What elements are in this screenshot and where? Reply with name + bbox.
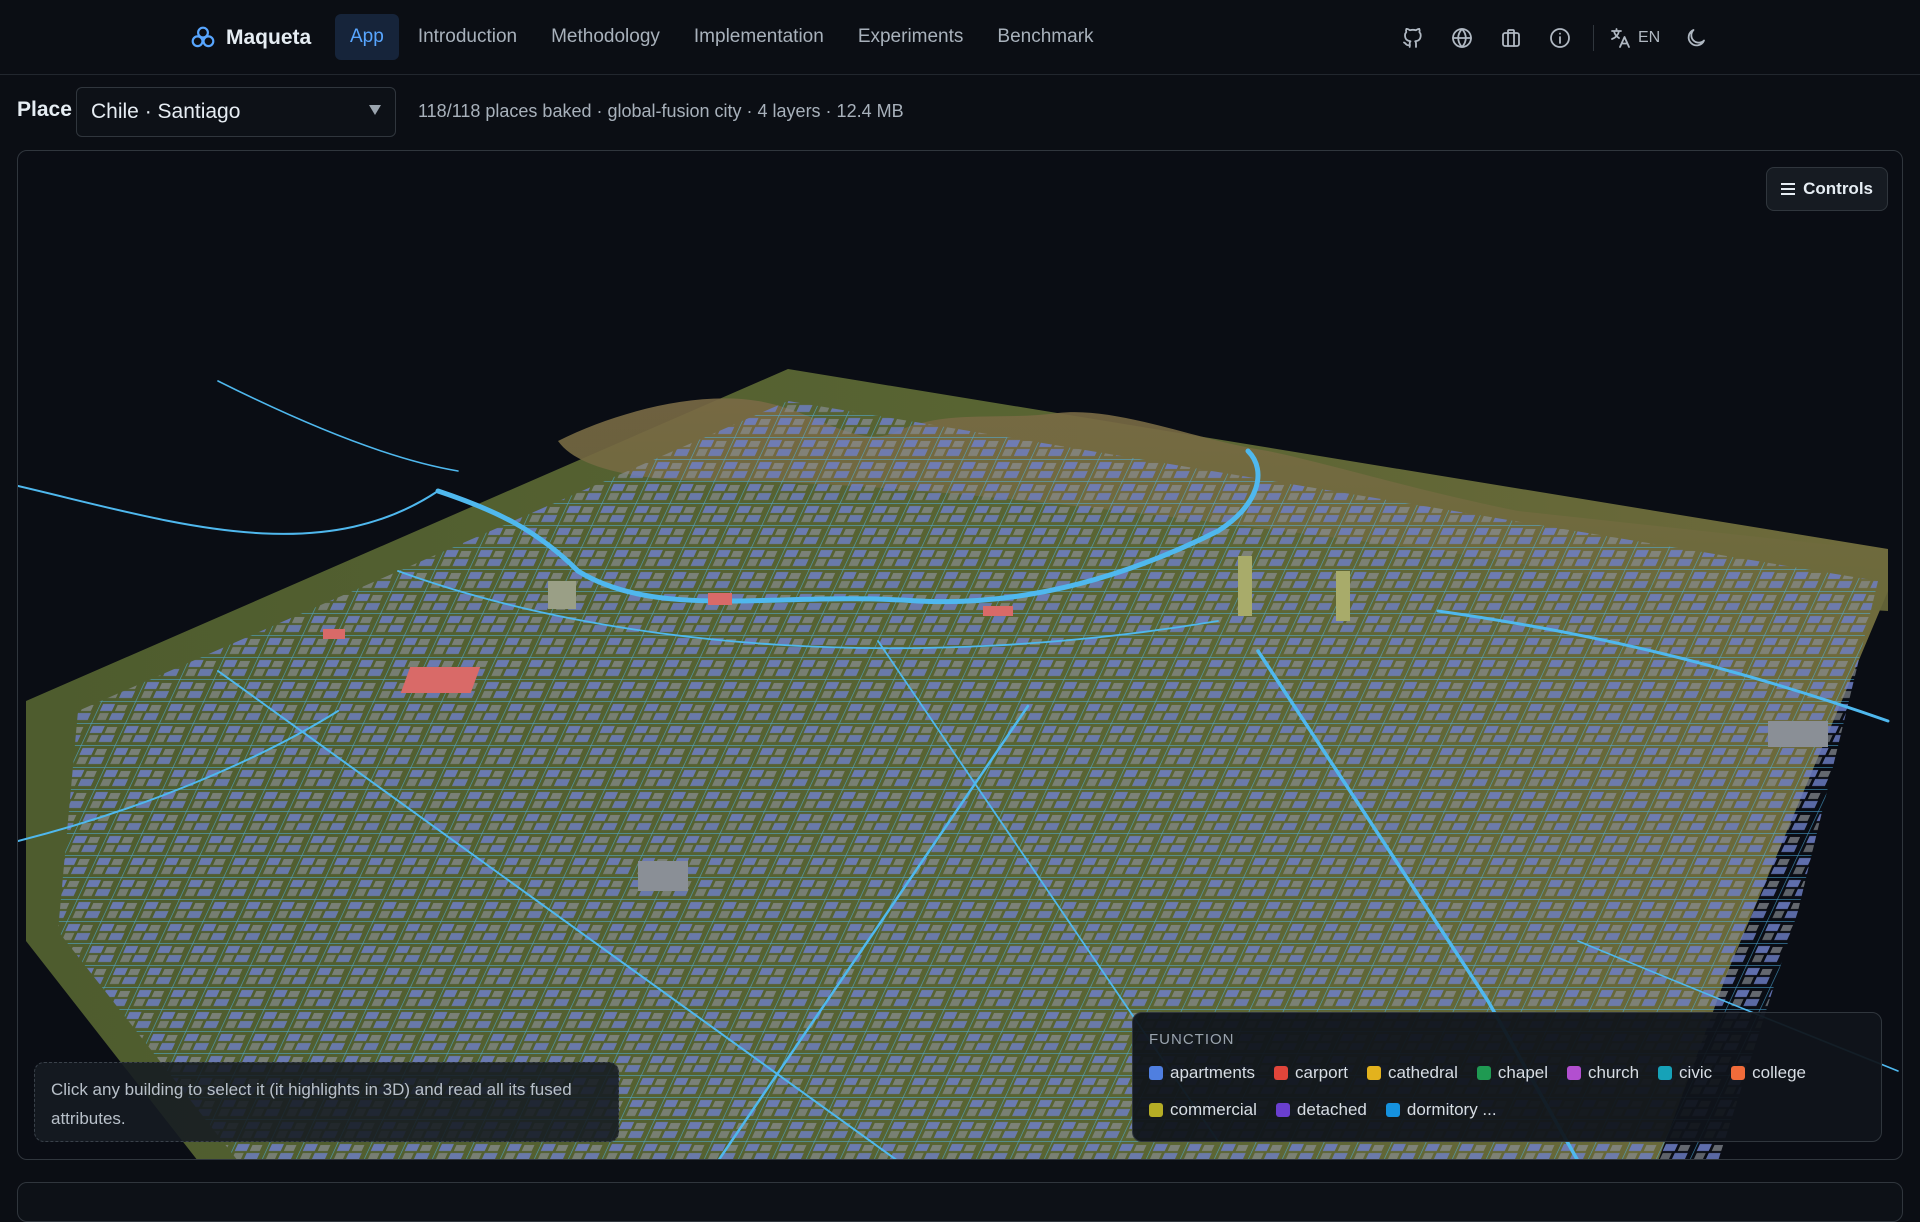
info-icon xyxy=(1550,28,1570,48)
header-divider xyxy=(1593,25,1594,51)
website-button[interactable] xyxy=(1444,20,1480,56)
chevron-down-icon xyxy=(369,105,381,115)
legend-item[interactable]: college xyxy=(1731,1060,1806,1086)
legend-label: detached xyxy=(1296,1100,1367,1119)
language-switcher[interactable]: EN xyxy=(1608,26,1660,50)
legend-label: carport xyxy=(1295,1063,1348,1082)
legend-swatch xyxy=(1476,1066,1491,1080)
legend-swatch xyxy=(1658,1066,1673,1080)
place-select-value: Chile · Santiago xyxy=(91,100,241,123)
legend-label: civic xyxy=(1679,1063,1713,1082)
nav-link-app[interactable]: App xyxy=(335,14,399,60)
legend-item[interactable]: apartments xyxy=(1149,1060,1255,1086)
selection-hint: Click any building to select it (it high… xyxy=(34,1062,619,1142)
legend-item[interactable]: civic xyxy=(1658,1060,1712,1086)
legend-item[interactable]: commercial xyxy=(1149,1097,1257,1123)
brand-home-link[interactable]: Maqueta xyxy=(190,22,311,54)
github-icon xyxy=(1403,27,1422,48)
legend-item[interactable]: church xyxy=(1567,1060,1639,1086)
legend-swatch xyxy=(1731,1066,1746,1080)
nav-link-benchmark[interactable]: Benchmark xyxy=(982,14,1108,60)
briefcase-icon xyxy=(1502,29,1520,47)
legend-item[interactable]: cathedral xyxy=(1366,1060,1458,1086)
controls-label: Controls xyxy=(1803,179,1873,198)
legend-items: apartments carport cathedral chapel chur… xyxy=(1149,1060,1865,1123)
nav-links: App Introduction Methodology Implementat… xyxy=(335,14,1109,60)
city-3d-scene[interactable] xyxy=(18,151,1903,1160)
language-code: EN xyxy=(1638,29,1661,46)
legend-swatch xyxy=(1275,1103,1290,1117)
github-button[interactable] xyxy=(1395,20,1431,56)
legend-swatch xyxy=(1149,1066,1163,1080)
menu-icon xyxy=(1781,183,1796,195)
map-viewport[interactable]: Controls Click any building to select it… xyxy=(17,150,1903,1160)
nav-link-introduction[interactable]: Introduction xyxy=(403,14,532,60)
nav-link-implementation[interactable]: Implementation xyxy=(679,14,839,60)
portfolio-button[interactable] xyxy=(1493,20,1529,56)
legend-swatch xyxy=(1567,1066,1582,1080)
logo-icon xyxy=(191,26,215,48)
nav-link-methodology[interactable]: Methodology xyxy=(536,14,675,60)
legend-label: cathedral xyxy=(1387,1063,1458,1082)
details-panel xyxy=(17,1182,1903,1222)
legend-label: commercial xyxy=(1170,1100,1257,1119)
translate-icon xyxy=(1611,28,1630,48)
function-legend: FUNCTION apartments carport cathedral ch… xyxy=(1132,1012,1882,1142)
place-status: 118/118 places baked · global-fusion cit… xyxy=(418,101,904,121)
place-label: Place xyxy=(17,98,72,121)
moon-icon xyxy=(1687,29,1706,47)
controls-button[interactable]: Controls xyxy=(1766,167,1888,211)
legend-label: chapel xyxy=(1497,1063,1549,1082)
legend-title: FUNCTION xyxy=(1149,1031,1235,1048)
header-actions: EN xyxy=(1395,20,1727,56)
legend-item[interactable]: dormitory ... xyxy=(1385,1097,1497,1123)
legend-item[interactable]: carport xyxy=(1274,1060,1348,1086)
legend-swatch xyxy=(1149,1103,1163,1117)
place-select[interactable]: Chile · Santiago xyxy=(76,87,396,137)
legend-label: apartments xyxy=(1170,1063,1256,1082)
nav-link-experiments[interactable]: Experiments xyxy=(843,14,979,60)
theme-toggle[interactable] xyxy=(1678,20,1714,56)
brand-name: Maqueta xyxy=(226,26,312,49)
legend-label: church xyxy=(1588,1063,1640,1082)
legend-swatch xyxy=(1366,1066,1381,1080)
legend-item[interactable]: chapel xyxy=(1476,1060,1549,1086)
legend-label: dormitory ... xyxy=(1406,1100,1497,1119)
legend-swatch xyxy=(1385,1103,1400,1117)
globe-icon xyxy=(1452,28,1472,48)
about-button[interactable] xyxy=(1542,20,1578,56)
top-navbar: Maqueta App Introduction Methodology Imp… xyxy=(0,0,1920,75)
legend-label: college xyxy=(1752,1063,1806,1082)
legend-swatch xyxy=(1274,1066,1289,1080)
landmark-building xyxy=(400,667,481,693)
legend-item[interactable]: detached xyxy=(1275,1097,1367,1123)
